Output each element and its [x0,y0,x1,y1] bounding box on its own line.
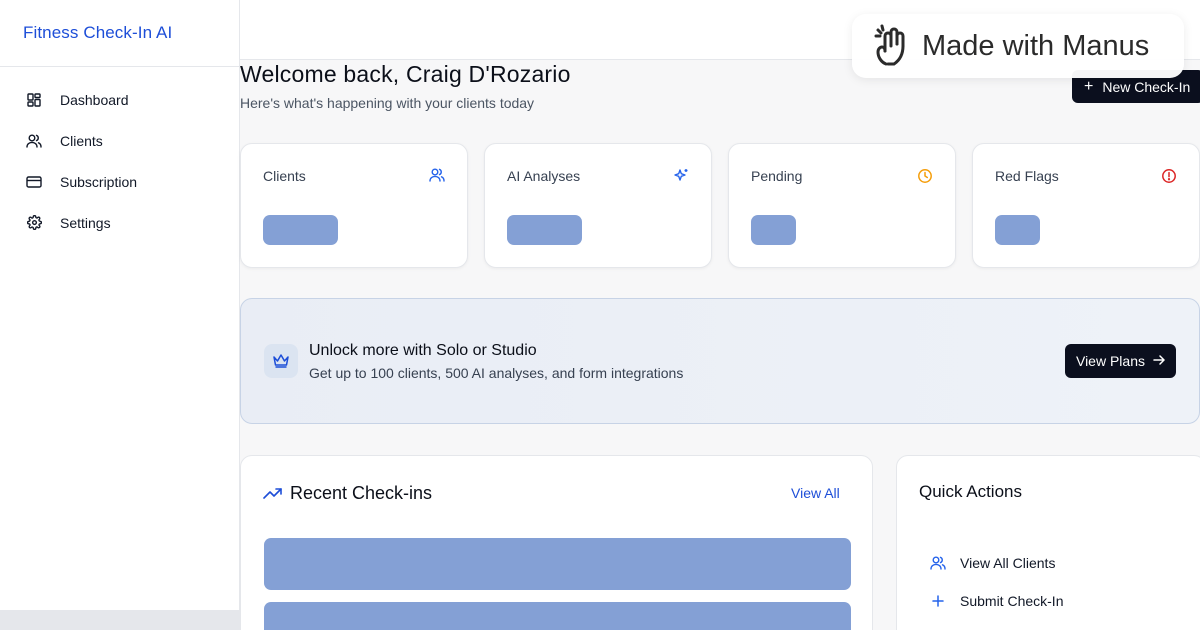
quick-action-label: View All Clients [960,555,1056,571]
stat-card-ai-analyses: AI Analyses [484,143,712,268]
users-icon [429,168,445,184]
list-item[interactable] [264,538,851,590]
badge-label: Made with Manus [922,29,1150,62]
sidebar-item-label: Dashboard [60,91,129,108]
view-all-link[interactable]: View All [791,485,840,501]
sidebar-item-label: Settings [60,214,111,231]
quick-action-label: Submit Check-In [960,593,1064,609]
gear-icon [26,215,42,231]
view-plans-label: View Plans [1075,353,1145,369]
upgrade-subtitle: Get up to 100 clients, 500 AI analyses, … [309,365,684,381]
stat-card-red-flags: Red Flags [972,143,1200,268]
app-title[interactable]: Fitness Check-In AI [0,0,239,67]
stat-value-placeholder [751,215,796,245]
sparkles-icon [673,168,689,184]
stat-value-placeholder [995,215,1040,245]
quick-actions-card: Quick Actions View All Clients Submit Ch… [896,455,1200,630]
stat-card-clients: Clients [240,143,468,268]
arrow-right-icon [1153,353,1165,369]
sidebar-nav: Dashboard Clients Subscription Settings [0,67,239,243]
manus-hand-icon [874,24,905,66]
sidebar-item-label: Subscription [60,173,138,190]
view-all-clients-button[interactable]: View All Clients [930,555,1055,571]
users-icon [26,133,42,149]
submit-check-in-button[interactable]: Submit Check-In [930,593,1063,609]
new-check-in-label: New Check-In [1102,78,1191,95]
upgrade-title: Unlock more with Solo or Studio [309,342,537,359]
stat-label: Clients [263,168,306,184]
sidebar-item-clients[interactable]: Clients [0,120,239,161]
stat-label: AI Analyses [507,168,581,184]
clock-icon [917,168,933,184]
recent-check-ins-title: Recent Check-ins [290,483,433,503]
list-item[interactable] [264,602,851,630]
sidebar-footer [0,610,240,630]
trending-up-icon [263,486,282,504]
dashboard-icon [26,92,42,108]
stat-card-pending: Pending [728,143,956,268]
quick-actions-title: Quick Actions [919,482,1022,501]
sidebar: Fitness Check-In AI Dashboard Clients Su… [0,0,240,630]
stat-value-placeholder [263,215,338,245]
page-title: Welcome back, Craig D'Rozario [240,61,571,87]
users-icon [930,555,946,571]
upgrade-banner: Unlock more with Solo or Studio Get up t… [240,298,1200,424]
sidebar-item-dashboard[interactable]: Dashboard [0,79,239,120]
stat-label: Pending [751,168,803,184]
plus-icon: + [1084,77,1094,95]
sidebar-item-settings[interactable]: Settings [0,202,239,243]
stat-label: Red Flags [995,168,1059,184]
stat-value-placeholder [507,215,582,245]
page-subtitle: Here's what's happening with your client… [240,95,535,111]
credit-card-icon [26,174,42,190]
plus-icon [930,593,946,609]
recent-check-ins-card: Recent Check-ins View All [240,455,873,630]
alert-circle-icon [1161,168,1177,184]
crown-icon [264,344,298,378]
sidebar-item-label: Clients [60,132,103,149]
view-plans-button[interactable]: View Plans [1065,344,1176,378]
sidebar-item-subscription[interactable]: Subscription [0,161,239,202]
made-with-manus-badge[interactable]: Made with Manus [852,14,1184,78]
